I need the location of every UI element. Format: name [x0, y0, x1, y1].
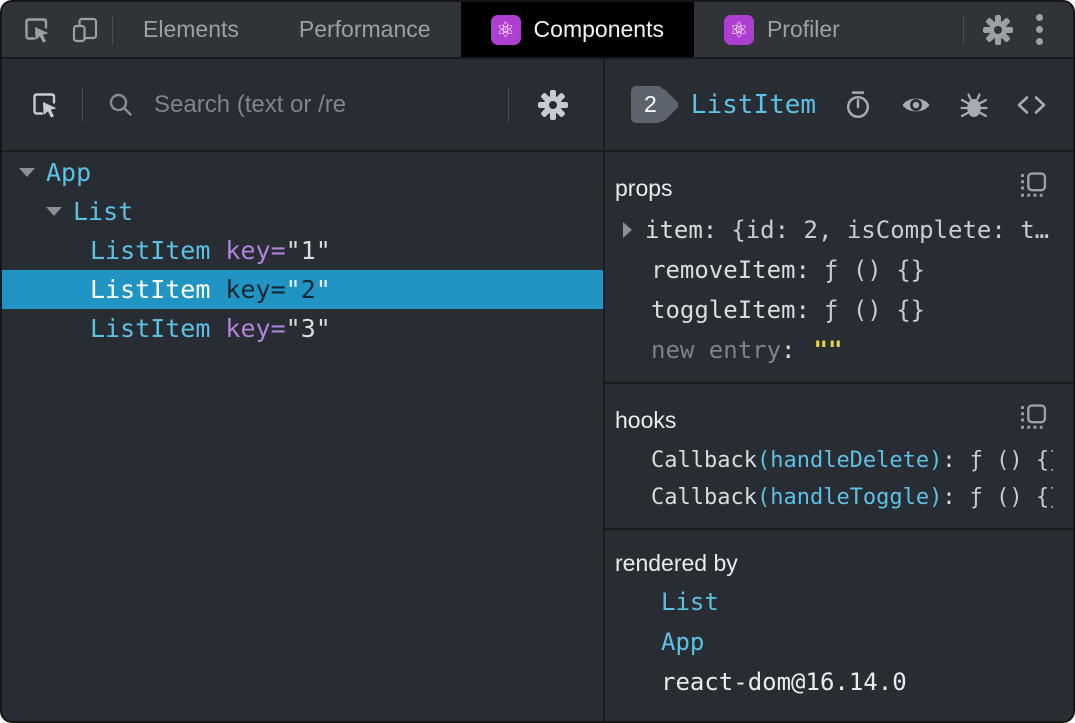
hooks-section: hooks Callback(handleDelete): ƒ () {} — [605, 384, 1073, 530]
hook-colon: : — [942, 448, 956, 473]
hook-colon: : — [942, 485, 956, 510]
tree-row-listitem-3[interactable]: ListItem key = "3" — [2, 309, 603, 348]
component-name: ListItem — [90, 314, 211, 343]
hook-name: (handleToggle) — [756, 485, 943, 510]
react-logo-icon: ⚛ — [490, 14, 521, 45]
rendered-by-list-item: react-dom@16.14.0 — [615, 662, 1053, 702]
attr-equals: = — [270, 236, 286, 265]
tab-label: Performance — [298, 16, 431, 42]
prop-row-item[interactable]: item: {id: 2, isComplete: t… — [615, 210, 1053, 250]
device-toolbar-icon[interactable] — [70, 15, 100, 45]
selected-component-name: ListItem — [690, 89, 817, 120]
tab-label: Components — [533, 16, 664, 42]
prop-colon: : — [781, 336, 796, 364]
attr-quote: " — [285, 275, 301, 304]
prop-value: {id: 2, isComplete: t… — [731, 216, 1050, 244]
tree-toolbar — [2, 59, 603, 152]
attr-name: key — [225, 236, 271, 265]
devtools-tab-bar: Elements Performance ⚛ Components ⚛ Prof… — [2, 2, 1073, 59]
component-name: App — [46, 158, 92, 187]
attr-value: 2 — [300, 275, 316, 304]
component-tree: App List ListItem key = "1" ListItem key… — [2, 152, 603, 348]
hook-value: ƒ () {} — [969, 448, 1053, 473]
prop-colon: : — [702, 216, 718, 244]
tree-row-app[interactable]: App — [2, 153, 603, 192]
prop-colon: : — [795, 296, 810, 324]
search-icon — [107, 91, 134, 118]
select-element-icon[interactable] — [24, 90, 82, 120]
react-logo-icon: ⚛ — [723, 14, 754, 45]
new-entry-label: new entry — [651, 336, 782, 364]
tree-row-listitem-1[interactable]: ListItem key = "1" — [2, 231, 603, 270]
prop-row-removeitem: removeItem: ƒ () {} — [615, 250, 1053, 290]
view-source-code-icon[interactable] — [1016, 90, 1047, 120]
tab-label: Elements — [143, 16, 239, 42]
attr-equals: = — [270, 314, 286, 343]
attr-quote: " — [315, 275, 331, 304]
prop-value: ƒ () {} — [823, 256, 926, 284]
renderer-version: react-dom@16.14.0 — [661, 668, 907, 696]
rendered-by-section: rendered by List App react-dom@16.14.0 — [605, 530, 1073, 714]
react-devtools-window: Elements Performance ⚛ Components ⚛ Prof… — [0, 0, 1075, 723]
tab-elements[interactable]: Elements — [113, 2, 269, 57]
component-tree-panel: App List ListItem key = "1" ListItem key… — [2, 59, 605, 721]
props-title: props — [615, 174, 673, 201]
view-settings-gear-icon[interactable] — [509, 89, 581, 121]
rendered-by-title: rendered by — [615, 549, 738, 576]
settings-gear-icon[interactable] — [982, 14, 1014, 46]
tab-profiler[interactable]: ⚛ Profiler — [694, 2, 870, 57]
hook-name: (handleDelete) — [756, 448, 943, 473]
attr-value: "1" — [285, 236, 331, 265]
component-name: ListItem — [90, 236, 211, 265]
search-box — [83, 89, 508, 120]
hook-value: ƒ () {} — [969, 485, 1053, 510]
owner-link[interactable]: List — [661, 588, 719, 616]
hook-row-handletoggle: Callback(handleToggle): ƒ () {} — [615, 479, 1053, 516]
inspect-object-icon[interactable] — [1020, 404, 1047, 436]
component-name: ListItem — [90, 275, 211, 304]
debug-bug-icon[interactable] — [959, 90, 989, 120]
tab-performance[interactable]: Performance — [269, 2, 461, 57]
owner-link[interactable]: App — [661, 628, 704, 656]
hook-type: Callback — [651, 448, 757, 473]
inspect-dom-eye-icon[interactable] — [900, 89, 932, 121]
divider — [963, 14, 964, 45]
new-entry-value[interactable]: "" — [814, 336, 843, 364]
attr-value: "3" — [285, 314, 331, 343]
prop-name: removeItem — [651, 256, 796, 284]
search-input[interactable] — [152, 89, 502, 120]
tab-components[interactable]: ⚛ Components — [460, 2, 694, 57]
expander-icon[interactable] — [623, 222, 632, 238]
prop-name: item — [645, 216, 703, 244]
tree-row-list[interactable]: List — [2, 192, 603, 231]
attr-equals: = — [270, 275, 286, 304]
rendered-by-list-item[interactable]: List — [615, 582, 1053, 622]
hook-type: Callback — [651, 485, 757, 510]
prop-name: toggleItem — [651, 296, 796, 324]
rendered-by-list-item[interactable]: App — [615, 622, 1053, 662]
hooks-title: hooks — [615, 406, 677, 433]
prop-value: ƒ () {} — [823, 296, 926, 324]
more-options-kebab-icon[interactable] — [1022, 8, 1057, 51]
component-name: List — [73, 197, 134, 226]
expander-icon[interactable] — [19, 168, 35, 177]
hook-row-handledelete: Callback(handleDelete): ƒ () {} — [615, 442, 1053, 479]
prop-row-toggleitem: toggleItem: ƒ () {} — [615, 290, 1053, 330]
details-header: 2 ListItem — [605, 59, 1073, 152]
tree-row-listitem-2-selected[interactable]: ListItem key = " 2 " — [2, 270, 603, 309]
element-id-badge: 2 — [631, 86, 663, 123]
prop-colon: : — [795, 256, 810, 284]
tab-label: Profiler — [766, 16, 840, 42]
component-details-panel: 2 ListItem props item: {id: 2, isComple… — [605, 59, 1073, 721]
attr-name: key — [225, 275, 271, 304]
props-section: props item: {id: 2, isComplete: t… remov… — [605, 152, 1073, 384]
suspend-timer-icon[interactable] — [843, 90, 873, 120]
inspect-element-icon[interactable] — [22, 15, 52, 45]
inspect-object-icon[interactable] — [1020, 172, 1047, 204]
expander-icon[interactable] — [46, 207, 62, 216]
attr-name: key — [225, 314, 271, 343]
prop-row-new-entry[interactable]: new entry: "" — [615, 330, 1053, 370]
